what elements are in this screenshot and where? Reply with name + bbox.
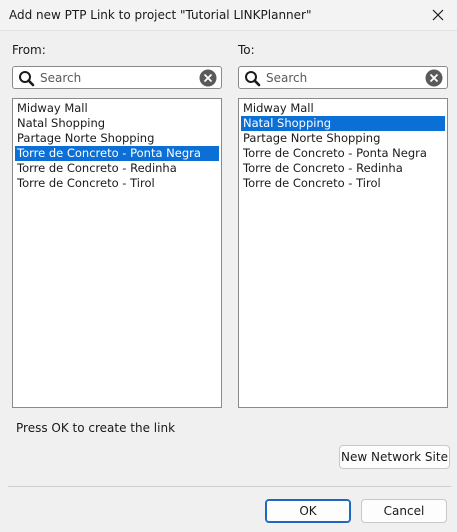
clear-search-icon[interactable] — [199, 69, 217, 87]
to-list-item[interactable]: Midway Mall — [241, 101, 445, 116]
to-list-item[interactable]: Torre de Concreto - Redinha — [241, 161, 445, 176]
close-icon — [432, 9, 444, 21]
to-site-list[interactable]: Midway Mall Natal Shopping Partage Norte… — [238, 98, 448, 408]
to-list-item-selected[interactable]: Natal Shopping — [241, 116, 445, 131]
from-list-item[interactable]: Torre de Concreto - Redinha — [15, 161, 219, 176]
close-button[interactable] — [425, 4, 451, 26]
to-list-item[interactable]: Partage Norte Shopping — [241, 131, 445, 146]
to-list-item[interactable]: Torre de Concreto - Tirol — [241, 176, 445, 191]
from-list-item-selected[interactable]: Torre de Concreto - Ponta Negra — [15, 146, 219, 161]
from-search-box[interactable] — [12, 66, 222, 89]
cancel-button[interactable]: Cancel — [361, 499, 447, 523]
search-icon — [245, 71, 261, 87]
from-site-list[interactable]: Midway Mall Natal Shopping Partage Norte… — [12, 98, 222, 408]
from-list-item[interactable]: Torre de Concreto - Tirol — [15, 176, 219, 191]
window-title: Add new PTP Link to project "Tutorial LI… — [9, 8, 312, 22]
to-search-box[interactable] — [238, 66, 448, 89]
divider — [8, 486, 451, 487]
to-list-item[interactable]: Torre de Concreto - Ponta Negra — [241, 146, 445, 161]
search-icon — [19, 71, 35, 87]
new-network-site-button[interactable]: New Network Site — [339, 445, 450, 469]
title-bar: Add new PTP Link to project "Tutorial LI… — [0, 0, 457, 31]
from-list-item[interactable]: Natal Shopping — [15, 116, 219, 131]
to-label: To: — [238, 43, 255, 57]
from-search-input[interactable] — [40, 69, 190, 86]
clear-search-icon[interactable] — [425, 69, 443, 87]
ok-button[interactable]: OK — [265, 499, 351, 523]
from-list-item[interactable]: Midway Mall — [15, 101, 219, 116]
to-search-input[interactable] — [266, 69, 416, 86]
status-text: Press OK to create the link — [16, 421, 176, 435]
from-label: From: — [12, 43, 46, 57]
from-list-item[interactable]: Partage Norte Shopping — [15, 131, 219, 146]
